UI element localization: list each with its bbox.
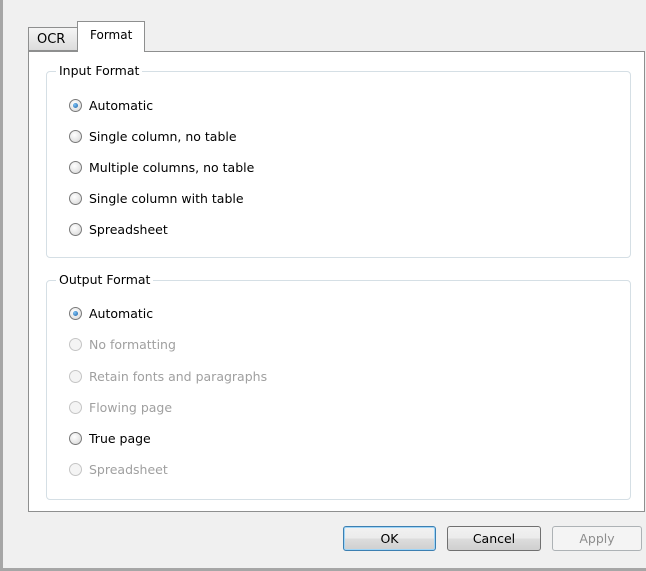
radio-button-icon bbox=[69, 129, 82, 143]
output-format-group: Output Format Automatic No formatting Re… bbox=[46, 272, 631, 500]
output-retain-fonts-label: Retain fonts and paragraphs bbox=[89, 368, 268, 384]
input-single-column-with-table-label: Single column with table bbox=[89, 190, 244, 206]
radio-button-icon bbox=[69, 160, 82, 174]
radio-button-icon bbox=[69, 306, 82, 320]
output-true-page-label: True page bbox=[89, 430, 151, 446]
radio-button-icon bbox=[69, 222, 82, 236]
input-format-title: Input Format bbox=[56, 63, 143, 79]
format-dialog: OCR Format Input Format Automatic Single… bbox=[0, 0, 646, 571]
input-spreadsheet-radio[interactable]: Spreadsheet bbox=[69, 220, 168, 238]
tab-format-label: Format bbox=[90, 28, 133, 42]
cancel-button[interactable]: Cancel bbox=[447, 526, 541, 551]
radio-button-icon bbox=[69, 369, 82, 383]
tab-panel-format: Input Format Automatic Single column, no… bbox=[28, 51, 645, 512]
input-multiple-columns-no-table-label: Multiple columns, no table bbox=[89, 159, 255, 175]
output-flowing-page-label: Flowing page bbox=[89, 399, 173, 415]
output-spreadsheet-radio[interactable]: Spreadsheet bbox=[69, 460, 168, 478]
radio-button-icon bbox=[69, 400, 82, 414]
input-automatic-label: Automatic bbox=[89, 97, 154, 113]
input-single-column-no-table-radio[interactable]: Single column, no table bbox=[69, 127, 237, 145]
output-no-formatting-radio[interactable]: No formatting bbox=[69, 335, 176, 353]
input-format-group: Input Format Automatic Single column, no… bbox=[46, 63, 631, 258]
output-spreadsheet-label: Spreadsheet bbox=[89, 461, 168, 477]
tab-format[interactable]: Format bbox=[77, 21, 145, 52]
input-multiple-columns-no-table-radio[interactable]: Multiple columns, no table bbox=[69, 158, 254, 176]
radio-button-icon bbox=[69, 98, 82, 112]
tab-ocr[interactable]: OCR bbox=[28, 27, 77, 51]
output-retain-fonts-radio[interactable]: Retain fonts and paragraphs bbox=[69, 367, 267, 385]
ok-button[interactable]: OK bbox=[343, 526, 436, 551]
output-automatic-label: Automatic bbox=[89, 305, 154, 321]
radio-button-icon bbox=[69, 337, 82, 351]
output-flowing-page-radio[interactable]: Flowing page bbox=[69, 398, 172, 416]
radio-button-icon bbox=[69, 462, 82, 476]
input-automatic-radio[interactable]: Automatic bbox=[69, 96, 153, 114]
output-format-title: Output Format bbox=[56, 272, 154, 288]
input-single-column-with-table-radio[interactable]: Single column with table bbox=[69, 189, 244, 207]
dialog-top-frame bbox=[3, 0, 646, 12]
tab-ocr-label: OCR bbox=[37, 32, 66, 47]
output-automatic-radio[interactable]: Automatic bbox=[69, 304, 153, 322]
output-no-formatting-label: No formatting bbox=[89, 336, 176, 352]
apply-button[interactable]: Apply bbox=[552, 526, 642, 551]
radio-button-icon bbox=[69, 191, 82, 205]
radio-button-icon bbox=[69, 431, 82, 445]
output-true-page-radio[interactable]: True page bbox=[69, 429, 151, 447]
input-single-column-no-table-label: Single column, no table bbox=[89, 128, 237, 144]
input-spreadsheet-label: Spreadsheet bbox=[89, 221, 168, 237]
